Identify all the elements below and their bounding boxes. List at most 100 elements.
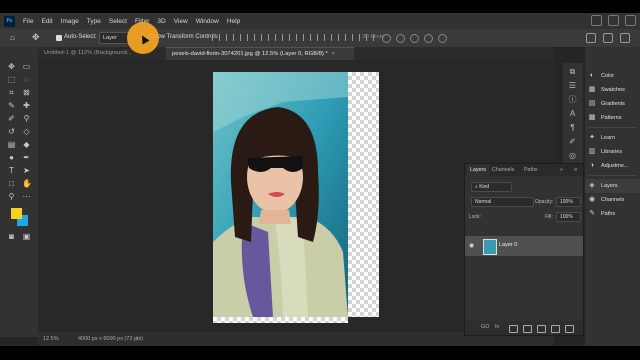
slide-3d-icon[interactable] bbox=[424, 34, 433, 43]
zoom-tool-icon[interactable]: ⚲ bbox=[7, 192, 16, 201]
maximize-icon[interactable] bbox=[608, 15, 619, 26]
marquee-tool-icon[interactable]: ⬚ bbox=[7, 75, 16, 84]
menu-3d[interactable]: 3D bbox=[153, 18, 169, 25]
share-icon[interactable] bbox=[620, 33, 630, 43]
path-selection-icon[interactable]: ➤ bbox=[22, 166, 31, 175]
tab-layers[interactable]: Layers bbox=[467, 164, 489, 176]
status-menu-arrow-icon[interactable]: › bbox=[136, 335, 138, 341]
opacity-input[interactable]: 100% bbox=[556, 197, 581, 207]
menu-edit[interactable]: Edit bbox=[37, 18, 56, 25]
panel-channels[interactable]: ◉ Channels bbox=[585, 193, 640, 207]
minimize-icon[interactable] bbox=[591, 15, 602, 26]
frame-tool-icon[interactable]: ⊠ bbox=[22, 88, 31, 97]
layer-name[interactable]: Layer 0 bbox=[499, 242, 517, 248]
blur-tool-icon[interactable]: ◆ bbox=[22, 140, 31, 149]
auto-select-checkbox[interactable] bbox=[56, 35, 62, 41]
history-icon[interactable]: ⧉ bbox=[568, 67, 577, 76]
distribute-top-icon[interactable] bbox=[296, 34, 304, 41]
blend-mode-dropdown[interactable]: Normal bbox=[471, 197, 534, 207]
collapse-panel-icon[interactable]: » bbox=[557, 164, 566, 176]
rectangle-tool-icon[interactable]: □ bbox=[7, 179, 16, 188]
type-tool-icon[interactable]: T bbox=[7, 166, 16, 175]
panel-gradients[interactable]: ▤ Gradients bbox=[585, 97, 640, 111]
workspace-icon[interactable] bbox=[603, 33, 613, 43]
panel-adjustments[interactable]: ◑ Adjustme... bbox=[585, 159, 640, 173]
clone-stamp-icon[interactable]: ⚲ bbox=[22, 114, 31, 123]
home-icon[interactable]: ⌂ bbox=[10, 33, 15, 42]
lasso-tool-icon[interactable]: ◌ bbox=[22, 75, 31, 84]
move-tool-icon[interactable]: ✥ bbox=[7, 62, 16, 71]
tab-paths[interactable]: Paths bbox=[521, 164, 541, 176]
tab-channels[interactable]: Channels bbox=[489, 164, 517, 176]
new-group-icon[interactable] bbox=[537, 325, 546, 333]
align-top-icon[interactable] bbox=[254, 34, 262, 41]
menu-select[interactable]: Select bbox=[105, 18, 131, 25]
search-icon[interactable] bbox=[586, 33, 596, 43]
scale-3d-icon[interactable] bbox=[438, 34, 447, 43]
zoom-level[interactable]: 12.5% bbox=[43, 336, 59, 342]
dodge-tool-icon[interactable]: ● bbox=[7, 153, 16, 162]
align-bottom-icon[interactable] bbox=[282, 34, 290, 41]
crop-tool-icon[interactable]: ⌗ bbox=[7, 88, 16, 97]
paragraph-icon[interactable]: ¶ bbox=[568, 123, 577, 132]
panel-libraries[interactable]: ▥ Libraries bbox=[585, 145, 640, 159]
artboard-tool-icon[interactable]: ▭ bbox=[22, 62, 31, 71]
fx-icon[interactable]: fx bbox=[495, 324, 499, 330]
tool-presets-icon[interactable]: ◎ bbox=[568, 151, 577, 160]
info-icon[interactable]: ⓘ bbox=[568, 95, 577, 104]
character-icon[interactable]: A bbox=[568, 109, 577, 118]
panel-layers[interactable]: ◈ Layers bbox=[585, 179, 640, 193]
layer-row[interactable]: ◉ Layer 0 bbox=[465, 236, 583, 256]
move-tool-icon[interactable]: ✥ bbox=[32, 32, 40, 43]
healing-brush-icon[interactable]: ✚ bbox=[22, 101, 31, 110]
foreground-color-swatch[interactable] bbox=[11, 208, 22, 219]
pen-tool-icon[interactable]: ✒ bbox=[22, 153, 31, 162]
panel-swatches[interactable]: ▦ Swatches bbox=[585, 83, 640, 97]
eyedropper-tool-icon[interactable]: ✎ bbox=[7, 101, 16, 110]
orbit-3d-icon[interactable] bbox=[382, 34, 391, 43]
close-icon[interactable] bbox=[625, 15, 636, 26]
distribute-middle-icon[interactable] bbox=[310, 34, 318, 41]
fill-input[interactable]: 100% bbox=[556, 212, 581, 222]
eraser-tool-icon[interactable]: ◇ bbox=[22, 127, 31, 136]
add-mask-icon[interactable] bbox=[509, 325, 518, 333]
menu-window[interactable]: Window bbox=[192, 18, 223, 25]
align-left-icon[interactable] bbox=[212, 34, 220, 41]
menu-image[interactable]: Image bbox=[57, 18, 83, 25]
filter-kind-dropdown[interactable]: ⌕ Kind bbox=[471, 182, 512, 192]
transform-controls-label[interactable]: Show Transform Controls bbox=[150, 34, 218, 40]
brush-settings-icon[interactable]: ✐ bbox=[568, 137, 577, 146]
tab-pexels-photo[interactable]: pexels-david-florin-3074201.jpg @ 12.5% … bbox=[166, 47, 354, 61]
properties-icon[interactable]: ☰ bbox=[568, 81, 577, 90]
menu-view[interactable]: View bbox=[170, 18, 192, 25]
distribute-center-icon[interactable] bbox=[352, 34, 360, 41]
distribute-bottom-icon[interactable] bbox=[324, 34, 332, 41]
menu-file[interactable]: File bbox=[19, 18, 37, 25]
panel-paths[interactable]: ✎ Paths bbox=[585, 207, 640, 221]
quick-mask-icon[interactable]: ◙ bbox=[7, 232, 16, 241]
pan-3d-icon[interactable] bbox=[410, 34, 419, 43]
panel-learn[interactable]: ✦ Learn bbox=[585, 131, 640, 145]
eye-visibility-icon[interactable]: ◉ bbox=[469, 242, 474, 249]
trash-icon[interactable] bbox=[565, 325, 574, 333]
document-image[interactable] bbox=[213, 72, 348, 317]
menu-type[interactable]: Type bbox=[83, 18, 105, 25]
panel-menu-icon[interactable]: ≡ bbox=[571, 164, 580, 176]
adjustment-layer-icon[interactable] bbox=[523, 325, 532, 333]
new-layer-icon[interactable] bbox=[551, 325, 560, 333]
link-layers-icon[interactable]: GO bbox=[481, 324, 490, 330]
menu-help[interactable]: Help bbox=[223, 18, 244, 25]
hand-tool-icon[interactable]: ✋ bbox=[22, 179, 32, 188]
history-brush-icon[interactable]: ↺ bbox=[7, 127, 16, 136]
brush-tool-icon[interactable]: ✐ bbox=[7, 114, 16, 123]
panel-patterns[interactable]: ▩ Patterns bbox=[585, 111, 640, 125]
roll-3d-icon[interactable] bbox=[396, 34, 405, 43]
more-tools-icon[interactable]: ⋯ bbox=[22, 192, 31, 201]
auto-select-dropdown[interactable]: Layer bbox=[99, 32, 130, 44]
screen-mode-icon[interactable]: ▣ bbox=[22, 232, 31, 241]
align-middle-icon[interactable] bbox=[268, 34, 276, 41]
panel-color[interactable]: ◐ Color bbox=[585, 69, 640, 83]
distribute-left-icon[interactable] bbox=[338, 34, 346, 41]
close-tab-icon[interactable]: × bbox=[332, 51, 335, 57]
align-right-icon[interactable] bbox=[240, 34, 248, 41]
